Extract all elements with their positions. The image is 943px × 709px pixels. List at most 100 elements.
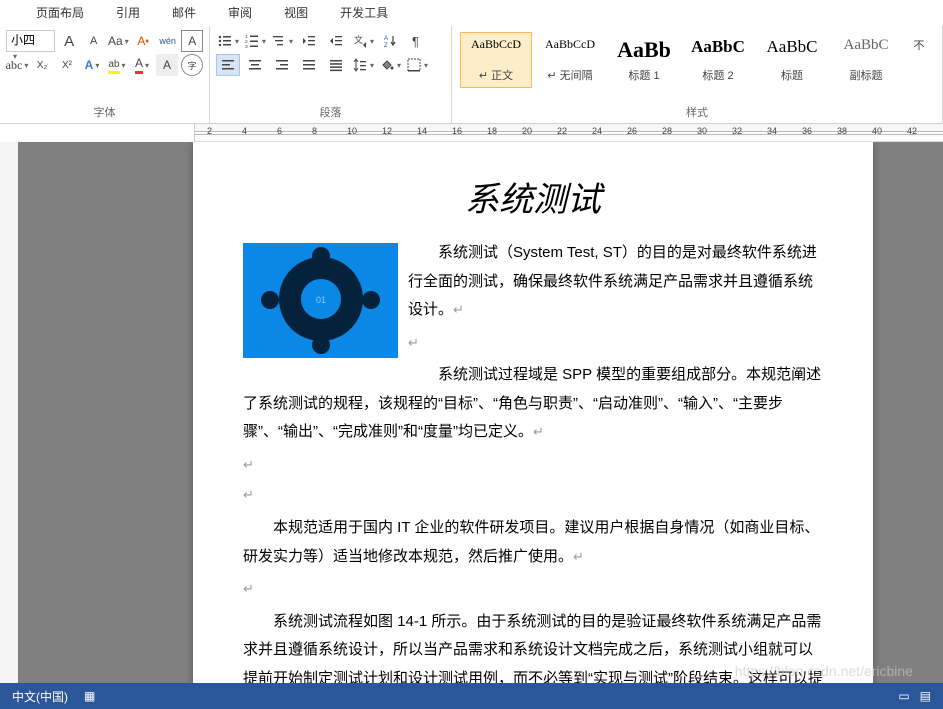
style-subtitle[interactable]: AaBbC 副标题 — [830, 32, 902, 88]
font-size-value: 小四 — [11, 33, 35, 47]
pilcrow-icon: ↵ — [453, 302, 464, 317]
svg-text:文: 文 — [354, 34, 363, 45]
menu-dev-tools[interactable]: 开发工具 — [324, 0, 404, 25]
style-heading2[interactable]: AaBbC 标题 2 — [682, 32, 754, 88]
style-preview: AaBbC — [835, 37, 897, 54]
font-effects-button[interactable]: A▾ — [81, 54, 103, 76]
multilevel-button[interactable]: ▾ — [270, 30, 294, 52]
ruler-tick: 14 — [417, 126, 427, 136]
document-title: 系统测试 — [243, 172, 823, 221]
view-readmode-button[interactable]: ▭ — [898, 689, 909, 703]
ltr-button[interactable]: 文▾ — [351, 30, 375, 52]
style-title[interactable]: AaBbC 标题 — [756, 32, 828, 88]
align-left-button[interactable] — [216, 54, 240, 76]
highlight-button[interactable]: ab▾ — [106, 54, 128, 76]
style-heading1[interactable]: AaBb 标题 1 — [608, 32, 680, 88]
ruler-tick: 30 — [697, 126, 707, 136]
align-left-icon — [220, 57, 236, 73]
styles-gallery[interactable]: AaBbCcD ↵ 正文 AaBbCcD ↵ 无间隔 AaBb 标题 1 AaB… — [458, 30, 936, 101]
superscript-button[interactable]: X² — [56, 54, 78, 76]
decrease-font-button[interactable]: A — [83, 30, 105, 52]
sort-icon: AZ — [382, 33, 398, 49]
font-color-button[interactable]: A▾ — [131, 54, 153, 76]
ruler-tick: 16 — [452, 126, 462, 136]
align-right-icon — [274, 57, 290, 73]
style-preview: AaBbC — [687, 37, 749, 57]
char-border-button[interactable]: A — [181, 30, 203, 52]
justify-icon — [301, 57, 317, 73]
distribute-icon — [328, 57, 344, 73]
empty-paragraph: ↵ — [243, 577, 823, 602]
increase-indent-button[interactable] — [324, 30, 348, 52]
style-normal[interactable]: AaBbCcD ↵ 正文 — [460, 32, 532, 88]
align-center-button[interactable] — [243, 54, 267, 76]
align-center-icon — [247, 57, 263, 73]
ruler-tick: 24 — [592, 126, 602, 136]
styles-group-label: 样式 — [458, 101, 936, 123]
ribbon-group-paragraph: ▾ 123▾ ▾ 文▾ AZ ¶ ▾ ▾ ▾ 段落 — [210, 26, 452, 123]
style-name-label: ↵ 无间隔 — [539, 67, 601, 83]
style-name-label: 不 — [909, 37, 929, 53]
menu-page-layout[interactable]: 页面布局 — [20, 0, 100, 25]
ruler-tick: 38 — [837, 126, 847, 136]
style-name-label: 标题 — [761, 67, 823, 83]
ribbon: 小四▾ A A Aa▾ A♦ wén A abc▾ X₂ X² A▾ ab▾ A… — [0, 26, 943, 124]
ruler-tick: 6 — [277, 126, 282, 136]
decrease-indent-button[interactable] — [297, 30, 321, 52]
justify-button[interactable] — [297, 54, 321, 76]
ruler-tick: 36 — [802, 126, 812, 136]
sort-button[interactable]: AZ — [378, 30, 402, 52]
vertical-ruler[interactable] — [0, 142, 18, 683]
menu-mail[interactable]: 邮件 — [156, 0, 212, 25]
ruler-tick: 4 — [242, 126, 247, 136]
ruler-tick: 32 — [732, 126, 742, 136]
horizontal-ruler[interactable]: 24681012141618202224262830323436384042 — [195, 124, 943, 142]
menu-references[interactable]: 引用 — [100, 0, 156, 25]
status-bar: 中文(中国) ▦ ▭ ▤ — [0, 683, 943, 709]
menu-review[interactable]: 审阅 — [212, 0, 268, 25]
style-name-label: ↵ 正文 — [465, 67, 527, 83]
outdent-icon — [301, 33, 317, 49]
distribute-button[interactable] — [324, 54, 348, 76]
ruler-tick: 12 — [382, 126, 392, 136]
ruler-tick: 28 — [662, 126, 672, 136]
numbering-button[interactable]: 123▾ — [243, 30, 267, 52]
svg-text:3: 3 — [245, 44, 248, 49]
ruler-area: 24681012141618202224262830323436384042 — [0, 124, 943, 142]
ruler-tick: 2 — [207, 126, 212, 136]
increase-font-button[interactable]: A — [58, 30, 80, 52]
menu-bar: 页面布局 引用 邮件 审阅 视图 开发工具 — [0, 0, 943, 26]
embedded-figure[interactable]: 01 — [243, 243, 398, 358]
document-scroll[interactable]: 系统测试 01 系统测试（System Test, ST）的目的是对最终软件系统… — [18, 142, 943, 683]
ruler-tick: 34 — [767, 126, 777, 136]
subscript-button[interactable]: X₂ — [31, 54, 53, 76]
clear-format-button[interactable]: A♦ — [132, 30, 154, 52]
macro-record-icon[interactable]: ▦ — [84, 689, 95, 703]
font-size-select[interactable]: 小四▾ — [6, 30, 55, 52]
document-area: 系统测试 01 系统测试（System Test, ST）的目的是对最终软件系统… — [0, 142, 943, 683]
phonetic-guide-button[interactable]: wén — [157, 30, 179, 52]
line-spacing-button[interactable]: ▾ — [351, 54, 375, 76]
style-no-spacing[interactable]: AaBbCcD ↵ 无间隔 — [534, 32, 606, 88]
align-right-button[interactable] — [270, 54, 294, 76]
status-language[interactable]: 中文(中国) — [12, 688, 68, 705]
bullets-button[interactable]: ▾ — [216, 30, 240, 52]
view-print-button[interactable]: ▤ — [920, 689, 931, 703]
shading-button[interactable]: ▾ — [378, 54, 402, 76]
document-page[interactable]: 系统测试 01 系统测试（System Test, ST）的目的是对最终软件系统… — [193, 142, 873, 683]
text-direction-icon: 文 — [352, 33, 368, 49]
menu-view[interactable]: 视图 — [268, 0, 324, 25]
change-case-button[interactable]: Aa▾ — [107, 30, 129, 52]
style-more[interactable]: 不 — [904, 32, 934, 88]
char-shading-button[interactable]: A — [156, 54, 178, 76]
multilevel-icon — [271, 33, 287, 49]
paragraph-3: 本规范适用于国内 IT 企业的软件研发项目。建议用户根据自身情况（如商业目标、研… — [243, 514, 823, 571]
paragraph-4: 系统测试流程如图 14-1 所示。由于系统测试的目的是验证最终软件系统满足产品需… — [243, 608, 823, 683]
paragraph-group-label: 段落 — [216, 101, 445, 123]
style-name-label: 标题 2 — [687, 67, 749, 83]
borders-button[interactable]: ▾ — [405, 54, 429, 76]
enclose-char-button[interactable]: 字 — [181, 54, 203, 76]
show-marks-button[interactable]: ¶ — [405, 30, 429, 52]
style-name-label: 副标题 — [835, 67, 897, 83]
chevron-down-icon: ▾ — [13, 52, 17, 61]
